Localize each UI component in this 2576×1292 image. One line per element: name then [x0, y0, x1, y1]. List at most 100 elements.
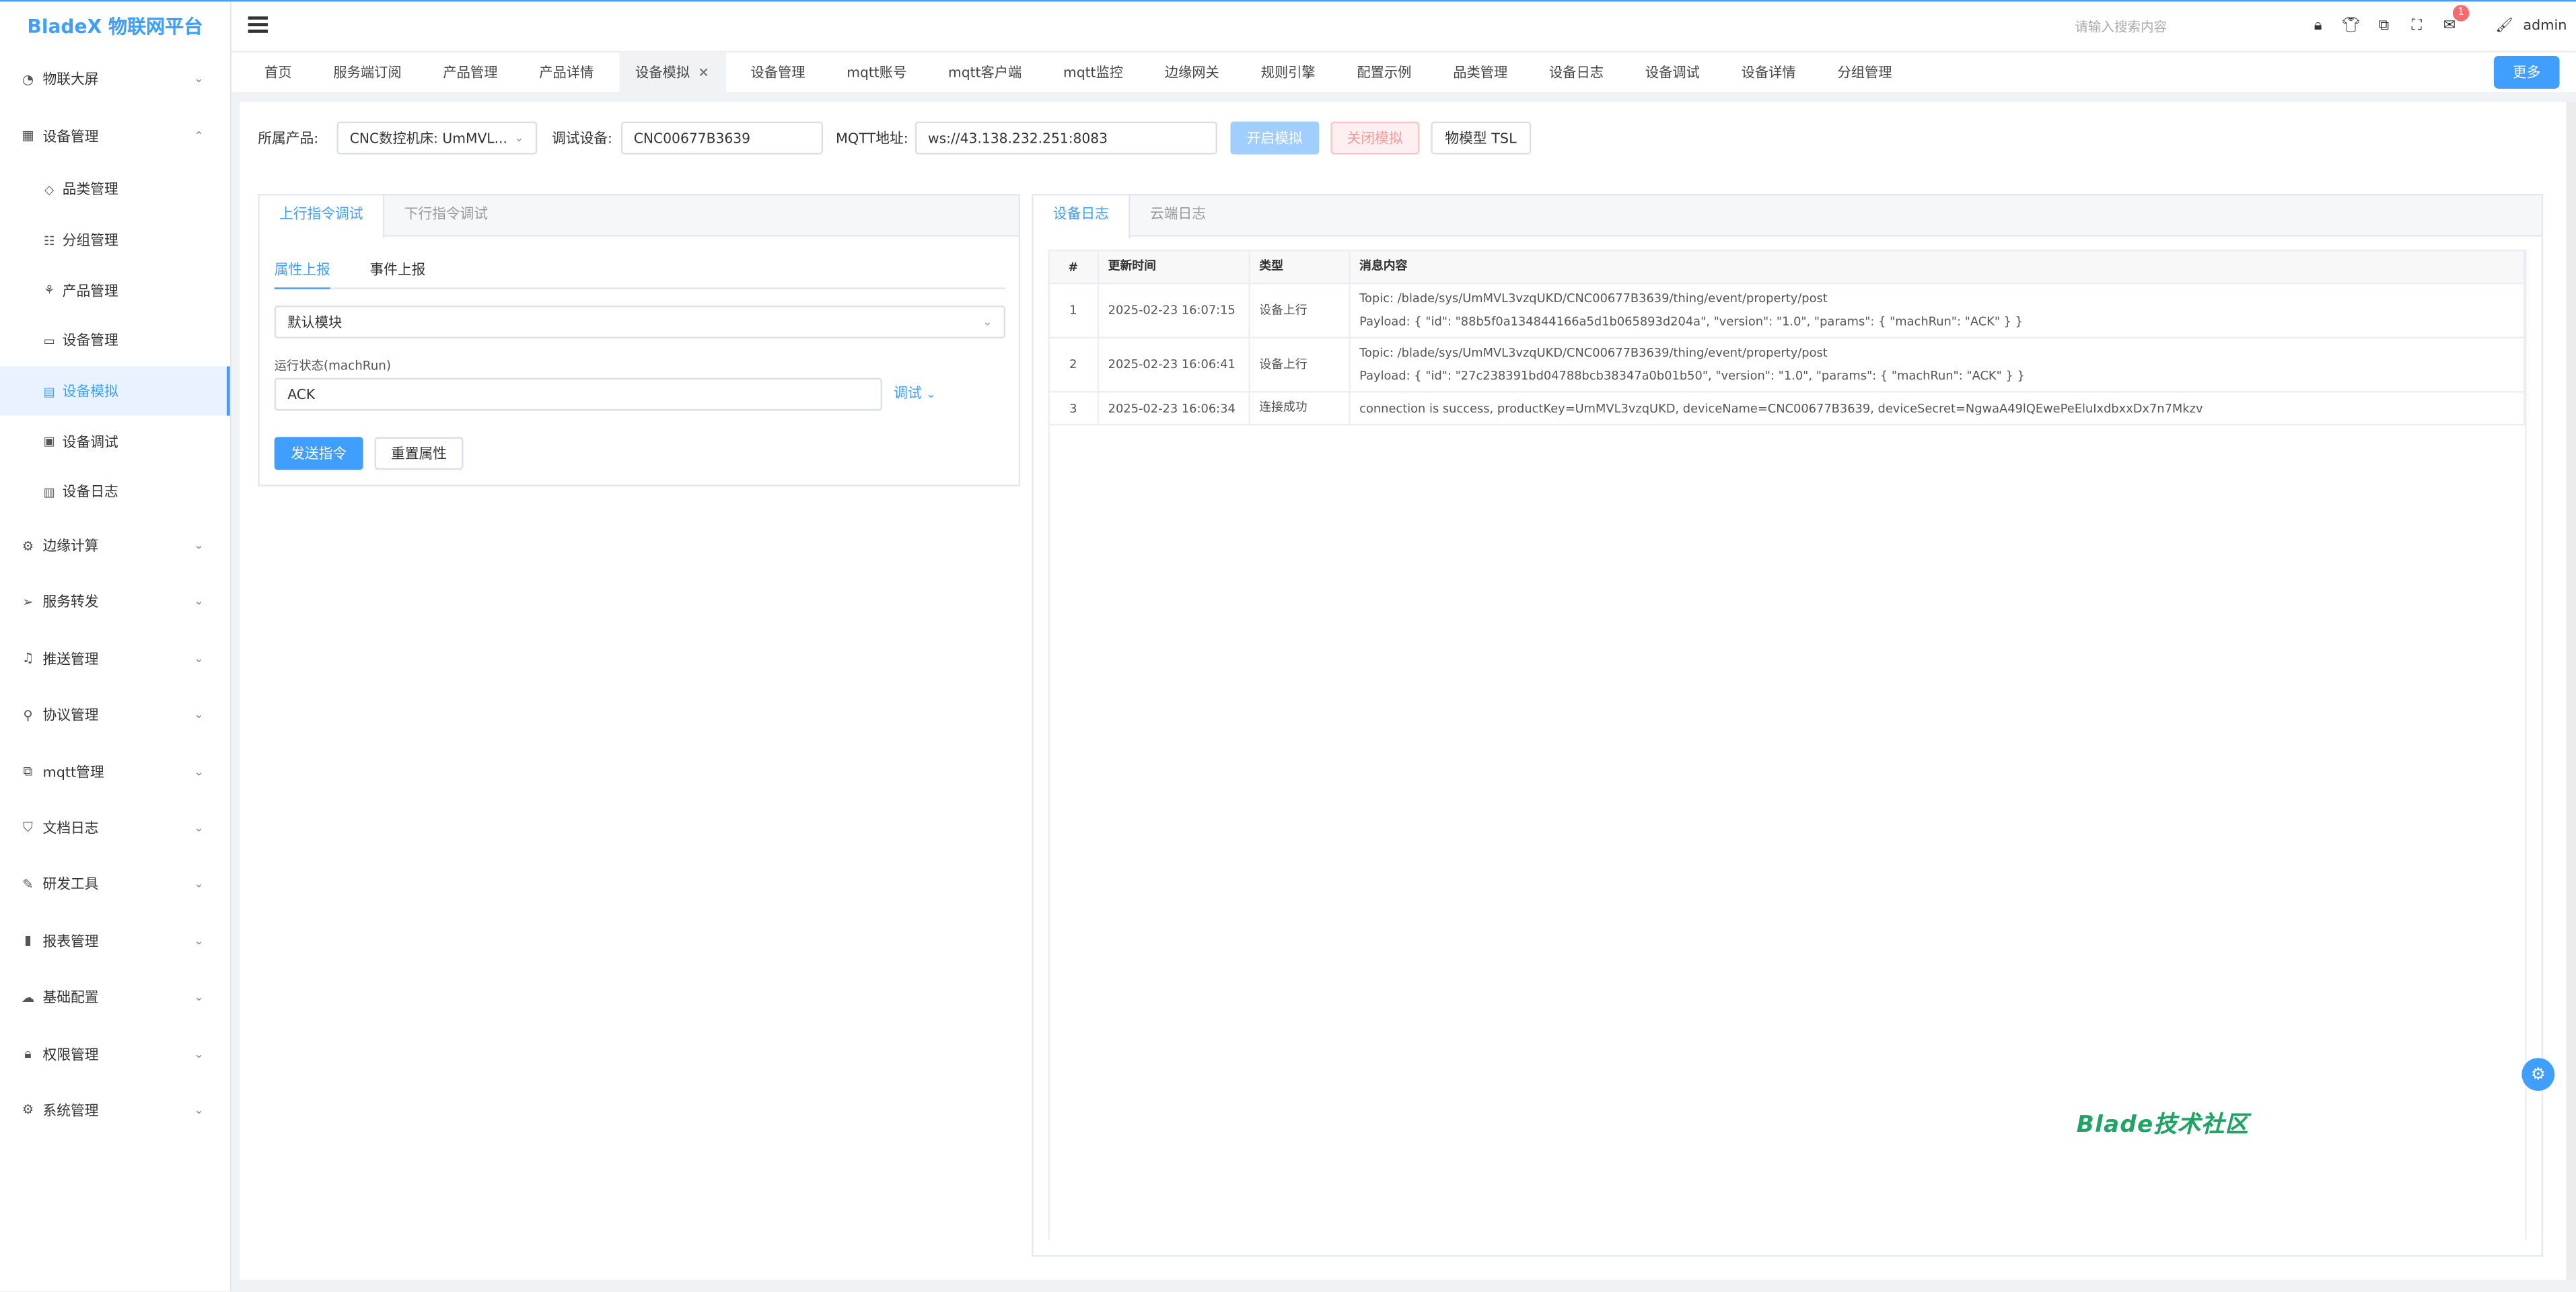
tab-mqtt-client[interactable]: mqtt客户端 [932, 52, 1038, 93]
row-time: 2025-02-23 16:06:41 [1097, 336, 1250, 392]
send-command-button[interactable]: 发送指令 [274, 437, 363, 470]
menu-toggle-icon[interactable] [248, 16, 268, 32]
close-icon[interactable]: ✕ [698, 65, 709, 79]
tab-device-detail[interactable]: 设备详情 [1725, 52, 1812, 93]
sidebar: BladeX 物联网平台 ◔ 物联大屏 ⌄ ▦ 设备管理 ⌃ ◇ 品类管理 ☷ … [0, 1, 232, 1291]
sidebar-subitem-simulate[interactable]: ▤ 设备模拟 [0, 365, 230, 417]
sidebar-subitem-product[interactable]: ⚘ 产品管理 [0, 265, 230, 316]
sidebar-subitem-debug[interactable]: ▣ 设备调试 [0, 417, 230, 467]
row-message: Topic: /blade/sys/UmMVL3vzqUKD/CNC00677B… [1349, 336, 2526, 392]
debug-icon: ▣ [43, 434, 55, 450]
sidebar-item-dashboard[interactable]: ◔ 物联大屏 ⌄ [0, 51, 230, 107]
tab-mqtt-account[interactable]: mqtt账号 [830, 52, 923, 93]
tab-uplink-debug[interactable]: 上行指令调试 [259, 195, 385, 238]
chevron-down-icon: ⌄ [982, 315, 993, 329]
tab-device-log[interactable]: 设备日志 [1533, 52, 1620, 93]
property-value-input[interactable]: ACK [274, 378, 882, 411]
row-index: 1 [1049, 282, 1099, 338]
sidebar-item-label: 基础配置 [42, 991, 99, 1007]
tab-home[interactable]: 首页 [248, 52, 308, 93]
message-topic: Topic: /blade/sys/UmMVL3vzqUKD/CNC00677B… [1359, 289, 1828, 305]
sidebar-item-label: mqtt管理 [42, 764, 104, 781]
fullscreen-icon[interactable]: ⛶ [2405, 15, 2428, 38]
sidebar-item-label: 物联大屏 [42, 72, 99, 89]
tab-product-detail[interactable]: 产品详情 [523, 52, 610, 93]
tab-group-management[interactable]: 分组管理 [1821, 52, 1908, 93]
sidebar-item-config[interactable]: ☁ 基础配置 ⌄ [0, 969, 230, 1026]
translate-icon[interactable]: ⧉ [2372, 15, 2395, 38]
log-table-wrapper: # 更新时间 类型 消息内容 1 2025-02-23 16:07:15 设备上… [1048, 250, 2527, 1241]
tab-server-subscribe[interactable]: 服务端订阅 [317, 52, 418, 93]
sidebar-item-edge[interactable]: ⚙ 边缘计算 ⌄ [0, 517, 230, 574]
sidebar-subitem-label: 设备调试 [62, 435, 118, 452]
sidebar-subitem-device[interactable]: ▭ 设备管理 [0, 316, 230, 366]
mqtt-address-input[interactable]: ws://43.138.232.251:8083 [915, 121, 1217, 155]
product-select-value: CNC数控机床: UmMVL... [349, 129, 507, 147]
sidebar-subitem-group[interactable]: ☷ 分组管理 [0, 215, 230, 265]
edge-icon: ⚙ [22, 538, 34, 553]
send-icon: ➢ [22, 594, 34, 610]
simulate-icon: ▤ [43, 384, 55, 399]
product-select[interactable]: CNC数控机床: UmMVL... ⌄ [336, 121, 537, 155]
device-input[interactable]: CNC00677B3639 [620, 121, 823, 155]
log-icon: ▥ [43, 485, 55, 500]
sidebar-subitem-category[interactable]: ◇ 品类管理 [0, 164, 230, 215]
chevron-down-icon: ⌄ [194, 1047, 204, 1061]
tab-edge-gateway[interactable]: 边缘网关 [1148, 52, 1236, 93]
module-select[interactable]: 默认模块 ⌄ [274, 306, 1006, 338]
sidebar-item-device-management[interactable]: ▦ 设备管理 ⌃ [0, 107, 230, 164]
chevron-down-icon: ⌄ [194, 1104, 204, 1117]
tab-device-log[interactable]: 设备日志 [1033, 195, 1131, 238]
reset-property-button[interactable]: 重置属性 [374, 437, 464, 470]
user-menu[interactable]: 🖌︎ admin [2495, 18, 2567, 34]
tab-device-management[interactable]: 设备管理 [734, 52, 822, 93]
sidebar-subitem-log[interactable]: ▥ 设备日志 [0, 467, 230, 517]
lock-icon[interactable]: 🔒︎ [2307, 15, 2330, 38]
sidebar-item-protocol[interactable]: ⚲ 协议管理 ⌄ [0, 686, 230, 743]
app-logo[interactable]: BladeX 物联网平台 [0, 1, 230, 50]
message-connection: connection is success, productKey=UmMVL3… [1359, 400, 2203, 415]
tab-device-debug[interactable]: 设备调试 [1629, 52, 1716, 93]
tab-cloud-log[interactable]: 云端日志 [1131, 196, 1226, 237]
sidebar-item-reports[interactable]: ▮ 报表管理 ⌄ [0, 912, 230, 969]
bell-icon: ♫ [22, 651, 34, 666]
tab-downlink-debug[interactable]: 下行指令调试 [384, 196, 507, 237]
tab-rule-engine[interactable]: 规则引擎 [1244, 52, 1332, 93]
tab-device-simulate[interactable]: 设备模拟 ✕ [618, 51, 726, 93]
search-input[interactable]: 请输入搜索内容 [2075, 18, 2167, 36]
watermark-logo: Blade技术社区 [2076, 1112, 2249, 1139]
row-message: connection is success, productKey=UmMVL3… [1349, 391, 2526, 425]
stop-simulate-button[interactable]: 关闭模拟 [1330, 121, 1419, 155]
tab-category-management[interactable]: 品类管理 [1437, 52, 1524, 93]
row-type: 连接成功 [1248, 391, 1350, 425]
tab-property-report[interactable]: 属性上报 [274, 260, 330, 289]
start-simulate-button[interactable]: 开启模拟 [1230, 121, 1320, 155]
theme-shirt-icon[interactable]: 👕︎ [2339, 15, 2362, 38]
sidebar-item-permissions[interactable]: 🔒︎ 权限管理 ⌄ [0, 1026, 230, 1082]
notification-icon[interactable]: ✉ 1 [2438, 5, 2470, 38]
sidebar-item-push[interactable]: ♫ 推送管理 ⌄ [0, 630, 230, 686]
column-header: 消息内容 [1349, 251, 2526, 284]
tab-mqtt-monitor[interactable]: mqtt监控 [1047, 52, 1140, 93]
scrollbar[interactable] [2566, 102, 2576, 1280]
sidebar-item-label: 权限管理 [42, 1047, 99, 1064]
sidebar-subitem-label: 设备管理 [62, 334, 118, 351]
more-tabs-button[interactable]: 更多 [2493, 56, 2560, 89]
debug-label: 调试 [894, 386, 922, 403]
tab-config-example[interactable]: 配置示例 [1340, 52, 1428, 93]
tsl-button[interactable]: 物模型 TSL [1431, 121, 1531, 155]
sidebar-item-label: 协议管理 [42, 708, 99, 725]
tab-event-report[interactable]: 事件上报 [369, 260, 425, 289]
sidebar-item-devtools[interactable]: ✎ 研发工具 ⌄ [0, 856, 230, 912]
box-icon: ◇ [44, 182, 55, 197]
sidebar-item-forward[interactable]: ➢ 服务转发 ⌄ [0, 574, 230, 631]
sidebar-item-mqtt[interactable]: ⧉ mqtt管理 ⌄ [0, 743, 230, 799]
sidebar-item-docs[interactable]: ⛉ 文档日志 ⌄ [0, 799, 230, 856]
sidebar-subitem-label: 设备日志 [62, 485, 118, 502]
settings-float-icon[interactable]: ⚙ [2521, 1058, 2555, 1091]
debug-dropdown[interactable]: 调试 ⌄ [894, 383, 935, 402]
tab-product-management[interactable]: 产品管理 [427, 52, 514, 93]
chevron-down-icon: ⌄ [194, 764, 204, 779]
top-header: 请输入搜索内容 🔒︎ 👕︎ ⧉ ⛶ ✉ 1 🖌︎ admin [231, 1, 2576, 51]
sidebar-item-system[interactable]: ⚙ 系统管理 ⌄ [0, 1082, 230, 1139]
